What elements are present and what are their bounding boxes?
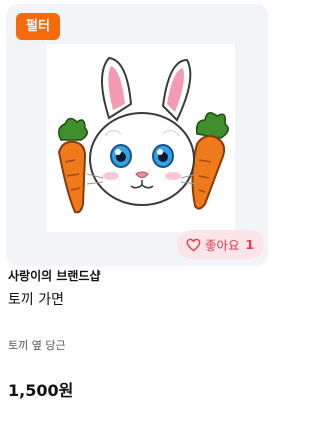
like-count: 1 xyxy=(245,237,255,252)
left-carrot-icon xyxy=(57,117,88,214)
product-price: 1,500원 xyxy=(8,381,74,400)
brand-name[interactable]: 사랑이의 브랜드샵 xyxy=(8,267,101,284)
rabbit-mask-illustration xyxy=(57,56,229,214)
rabbit-ears xyxy=(101,56,192,122)
product-thumbnail[interactable]: 펄터 좋아요 1 xyxy=(6,4,268,266)
product-card[interactable]: 펄터 좋아요 1 사랑이의 브랜드샵 토끼 가면 토끼 옆 당근 1,500원 xyxy=(0,0,272,435)
heart-icon xyxy=(186,238,201,252)
right-carrot-icon xyxy=(191,112,229,210)
filter-badge: 펄터 xyxy=(16,13,60,40)
product-option: 토끼 옆 당근 xyxy=(8,339,66,352)
product-title[interactable]: 토끼 가면 xyxy=(8,289,64,309)
product-image xyxy=(47,44,235,232)
like-label: 좋아요 xyxy=(205,238,240,253)
like-button[interactable]: 좋아요 1 xyxy=(177,230,265,259)
